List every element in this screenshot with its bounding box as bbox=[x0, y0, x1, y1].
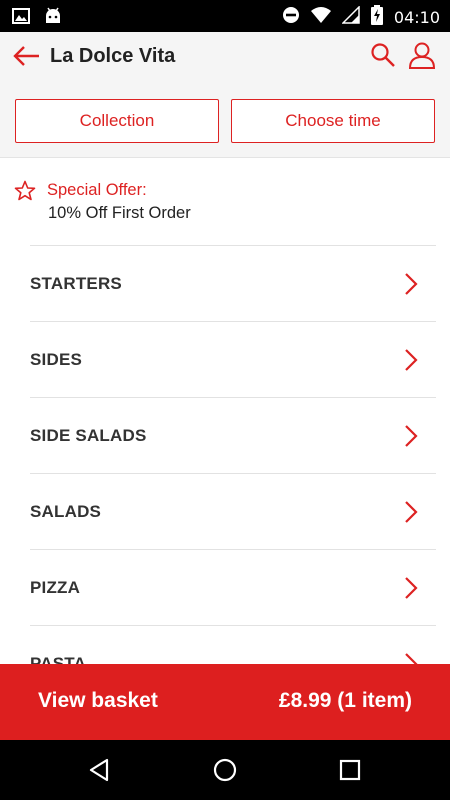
android-icon bbox=[44, 7, 62, 30]
system-nav-bar bbox=[0, 740, 450, 800]
menu-item-label: STARTERS bbox=[30, 274, 122, 293]
collection-button-label: Collection bbox=[79, 111, 155, 130]
search-icon[interactable] bbox=[370, 42, 396, 68]
back-triangle-icon[interactable] bbox=[87, 757, 113, 783]
status-time: 04:10 bbox=[393, 8, 440, 27]
menu-item-sides[interactable]: SIDES bbox=[30, 321, 436, 397]
offer-title: Special Offer: bbox=[47, 181, 147, 199]
menu-item-label: SALADS bbox=[30, 502, 102, 521]
menu-item-pizza[interactable]: PIZZA bbox=[30, 549, 436, 625]
menu-item-label: SIDE SALADS bbox=[30, 426, 147, 445]
menu-category-list: STARTERS SIDES SIDE SALADS SALADS PIZZA … bbox=[0, 245, 450, 701]
chevron-right-icon bbox=[404, 424, 418, 448]
basket-label: View basket bbox=[38, 689, 158, 712]
menu-item-label: SIDES bbox=[30, 350, 83, 369]
chevron-right-icon bbox=[404, 500, 418, 524]
app-bar: La Dolce Vita Collection Choose time bbox=[0, 32, 450, 158]
signal-icon bbox=[341, 5, 360, 29]
home-circle-icon[interactable] bbox=[212, 757, 238, 783]
menu-item-starters[interactable]: STARTERS bbox=[30, 245, 436, 321]
chevron-right-icon bbox=[404, 272, 418, 296]
battery-charging-icon bbox=[370, 5, 384, 30]
collection-button[interactable]: Collection bbox=[15, 99, 219, 143]
menu-item-side-salads[interactable]: SIDE SALADS bbox=[30, 397, 436, 473]
chevron-right-icon bbox=[404, 576, 418, 600]
chevron-right-icon bbox=[404, 348, 418, 372]
do-not-disturb-icon bbox=[282, 6, 300, 29]
menu-item-label: PIZZA bbox=[30, 578, 81, 597]
account-icon[interactable] bbox=[408, 41, 436, 69]
choose-time-button[interactable]: Choose time bbox=[231, 99, 435, 143]
back-arrow-icon[interactable] bbox=[12, 44, 42, 68]
status-bar: 04:10 bbox=[0, 0, 450, 32]
basket-total: £8.99 (1 item) bbox=[278, 689, 412, 712]
menu-item-salads[interactable]: SALADS bbox=[30, 473, 436, 549]
offer-detail: 10% Off First Order bbox=[48, 204, 191, 222]
choose-time-button-label: Choose time bbox=[285, 111, 381, 130]
page-title: La Dolce Vita bbox=[50, 45, 176, 67]
special-offer: Special Offer: 10% Off First Order bbox=[0, 159, 450, 245]
star-icon bbox=[14, 180, 36, 202]
recents-square-icon[interactable] bbox=[337, 757, 363, 783]
image-icon bbox=[12, 7, 30, 30]
view-basket-button[interactable]: View basket £8.99 (1 item) bbox=[0, 664, 450, 740]
wifi-icon bbox=[310, 6, 332, 29]
